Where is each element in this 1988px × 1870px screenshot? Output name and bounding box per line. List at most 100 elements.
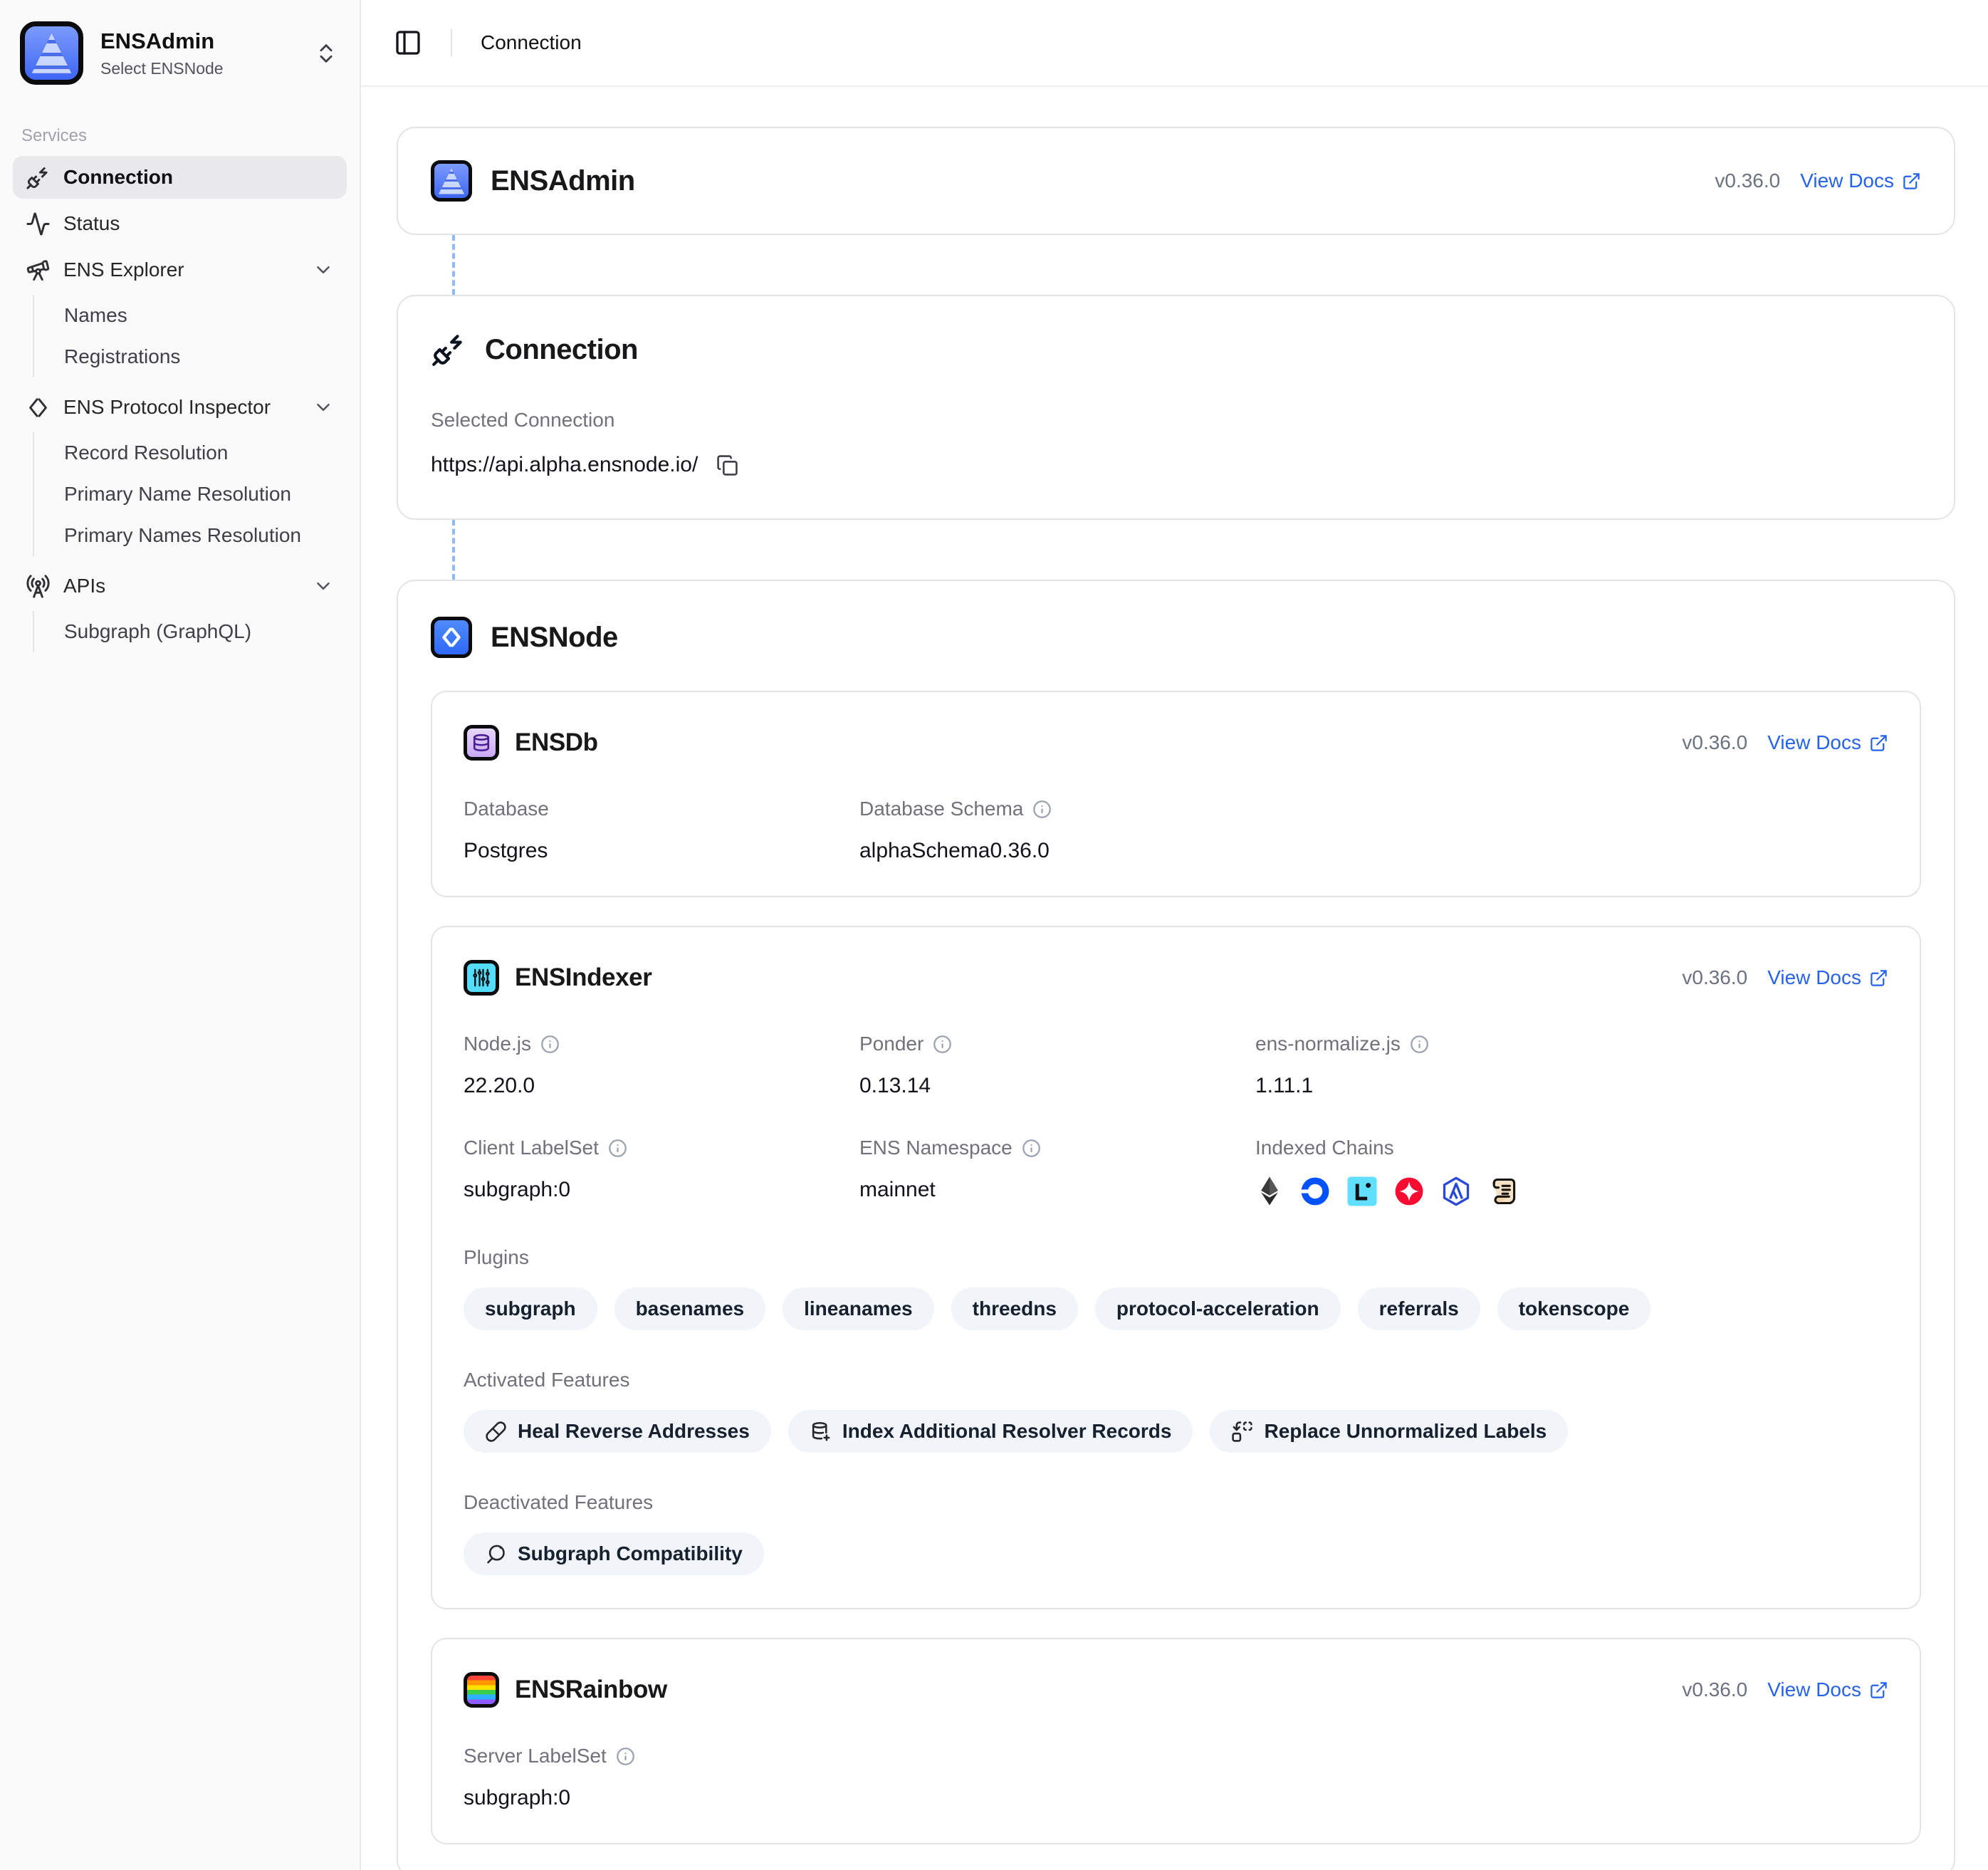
- pyramid-glyph: [29, 31, 74, 77]
- ensdb-header: ENSDb v0.36.0 View Docs: [464, 725, 1888, 761]
- plugins-label: Plugins: [464, 1246, 1888, 1269]
- field-server-labelset: Server LabelSet subgraph:0: [464, 1745, 859, 1810]
- external-link-icon: [1869, 733, 1888, 753]
- ensnode-card: ENSNode ENSDb v0.36.0 View Docs: [397, 580, 1955, 1870]
- info-icon[interactable]: [1022, 1139, 1041, 1158]
- sidebar-item-primary-name-resolution[interactable]: Primary Name Resolution: [57, 474, 347, 515]
- selected-connection-label: Selected Connection: [431, 409, 1921, 432]
- field-label: Database Schema: [859, 798, 1023, 820]
- app-title: ENSAdmin: [100, 28, 224, 54]
- sidebar-toggle-icon[interactable]: [394, 28, 422, 57]
- field-database-schema: Database Schema alphaSchema0.36.0: [859, 798, 1255, 863]
- info-icon[interactable]: [1410, 1035, 1429, 1054]
- copy-icon[interactable]: [716, 454, 738, 476]
- feature-badge-replace-unnormalized-labels: Replace Unnormalized Labels: [1210, 1410, 1568, 1453]
- sidebar-item-registrations[interactable]: Registrations: [57, 336, 347, 377]
- sidebar-item-connection[interactable]: Connection: [13, 156, 347, 199]
- view-docs-link[interactable]: View Docs: [1767, 1678, 1888, 1701]
- sidebar-item-names[interactable]: Names: [57, 295, 347, 336]
- field-ens-normalize: ens-normalize.js 1.11.1: [1255, 1033, 1888, 1098]
- card-title: ENSAdmin: [491, 165, 635, 197]
- field-label: Node.js: [464, 1033, 531, 1055]
- card-title: Connection: [485, 334, 638, 366]
- arbitrum-chain-icon: [1440, 1176, 1472, 1207]
- scroll-chain-icon: [1487, 1176, 1519, 1207]
- dashed-connector: [452, 235, 455, 295]
- plugin-badge: subgraph: [464, 1287, 597, 1330]
- connection-card-header: Connection: [431, 332, 1921, 367]
- ensrainbow-header: ENSRainbow v0.36.0 View Docs: [464, 1672, 1888, 1708]
- indexed-chains-row: [1255, 1175, 1888, 1208]
- ensdb-logo: [464, 725, 499, 761]
- radio-tower-icon: [26, 574, 51, 599]
- sidebar-item-subgraph-graphql[interactable]: Subgraph (GraphQL): [57, 611, 347, 652]
- ensnode-selector-button[interactable]: ENSAdmin Select ENSNode: [0, 19, 360, 85]
- optimism-chain-icon: [1393, 1176, 1425, 1207]
- search-icon: [485, 1543, 507, 1565]
- connection-url: https://api.alpha.ensnode.io/: [431, 453, 698, 477]
- database-plus-icon: [810, 1421, 832, 1443]
- sidebar-item-record-resolution[interactable]: Record Resolution: [57, 432, 347, 474]
- sidebar-nav: Connection Status ENS Explorer Names Reg…: [0, 156, 360, 652]
- replace-icon: [1231, 1421, 1253, 1443]
- card-meta: v0.36.0 View Docs: [1682, 1678, 1888, 1701]
- sidebar-item-status[interactable]: Status: [13, 202, 347, 245]
- base-chain-icon: [1299, 1176, 1331, 1207]
- view-docs-link[interactable]: View Docs: [1800, 169, 1921, 192]
- plugin-badge: referrals: [1358, 1287, 1480, 1330]
- card-title: ENSDb: [515, 728, 598, 757]
- field-label: Server LabelSet: [464, 1745, 607, 1767]
- info-icon[interactable]: [608, 1139, 627, 1158]
- view-docs-link[interactable]: View Docs: [1767, 966, 1888, 989]
- field-label: Database: [464, 798, 549, 820]
- sidebar-item-ens-protocol-inspector[interactable]: ENS Protocol Inspector: [13, 386, 347, 429]
- view-docs-link[interactable]: View Docs: [1767, 731, 1888, 754]
- feature-label: Subgraph Compatibility: [518, 1542, 743, 1565]
- view-docs-label: View Docs: [1800, 169, 1894, 192]
- feature-label: Index Additional Resolver Records: [842, 1420, 1172, 1443]
- telescope-icon: [26, 258, 51, 283]
- ethereum-chain-icon: [1255, 1175, 1284, 1208]
- external-link-icon: [1869, 968, 1888, 988]
- sidebar-item-primary-names-resolution[interactable]: Primary Names Resolution: [57, 515, 347, 556]
- selected-connection-value: https://api.alpha.ensnode.io/: [431, 453, 1921, 477]
- ens-mark-icon: [26, 395, 51, 420]
- sidebar-group-apis: Subgraph (GraphQL): [33, 611, 347, 652]
- app-meta: ENSAdmin Select ENSNode: [100, 28, 224, 78]
- info-icon[interactable]: [540, 1035, 560, 1054]
- field-value: 22.20.0: [464, 1074, 859, 1098]
- ensnode-subcards: ENSDb v0.36.0 View Docs Database P: [431, 691, 1921, 1844]
- ensindexer-card: ENSIndexer v0.36.0 View Docs Node.js: [431, 926, 1921, 1609]
- sidebar-subitem-label: Registrations: [64, 345, 180, 368]
- activated-features-row: Heal Reverse Addresses Index Additional …: [464, 1410, 1888, 1453]
- ensadmin-logo: [20, 21, 83, 85]
- ens-diamond-glyph: [439, 625, 464, 649]
- field-label: Indexed Chains: [1255, 1137, 1394, 1159]
- field-value: mainnet: [859, 1178, 1255, 1202]
- sidebar-item-ens-explorer[interactable]: ENS Explorer: [13, 249, 347, 291]
- version-label: v0.36.0: [1682, 731, 1747, 754]
- sidebar: ENSAdmin Select ENSNode Services Connect…: [0, 0, 361, 1870]
- ensindexer-header: ENSIndexer v0.36.0 View Docs: [464, 960, 1888, 996]
- plugins-row: subgraph basenames lineanames threedns p…: [464, 1287, 1888, 1330]
- field-value: Postgres: [464, 839, 859, 863]
- ensdb-fields: Database Postgres Database Schema alphaS…: [464, 798, 1888, 863]
- info-icon[interactable]: [1032, 800, 1052, 819]
- version-label: v0.36.0: [1682, 966, 1747, 989]
- plugin-badge: basenames: [614, 1287, 766, 1330]
- feature-badge-heal-reverse-addresses: Heal Reverse Addresses: [464, 1410, 771, 1453]
- sidebar-group-ens-explorer: Names Registrations: [33, 295, 347, 377]
- card-meta: v0.36.0 View Docs: [1682, 731, 1888, 754]
- sidebar-item-apis[interactable]: APIs: [13, 565, 347, 607]
- feature-badge-index-additional-resolver-records: Index Additional Resolver Records: [788, 1410, 1193, 1453]
- field-value: alphaSchema0.36.0: [859, 839, 1255, 863]
- database-icon: [472, 733, 491, 752]
- info-icon[interactable]: [933, 1035, 952, 1054]
- plugin-badge: threedns: [951, 1287, 1078, 1330]
- info-icon[interactable]: [616, 1747, 635, 1766]
- field-value: 0.13.14: [859, 1074, 1255, 1098]
- ensnode-logo: [431, 617, 472, 658]
- plug-zap-icon: [431, 332, 466, 367]
- sidebar-item-label: Status: [63, 212, 120, 235]
- app-subtitle: Select ENSNode: [100, 59, 224, 78]
